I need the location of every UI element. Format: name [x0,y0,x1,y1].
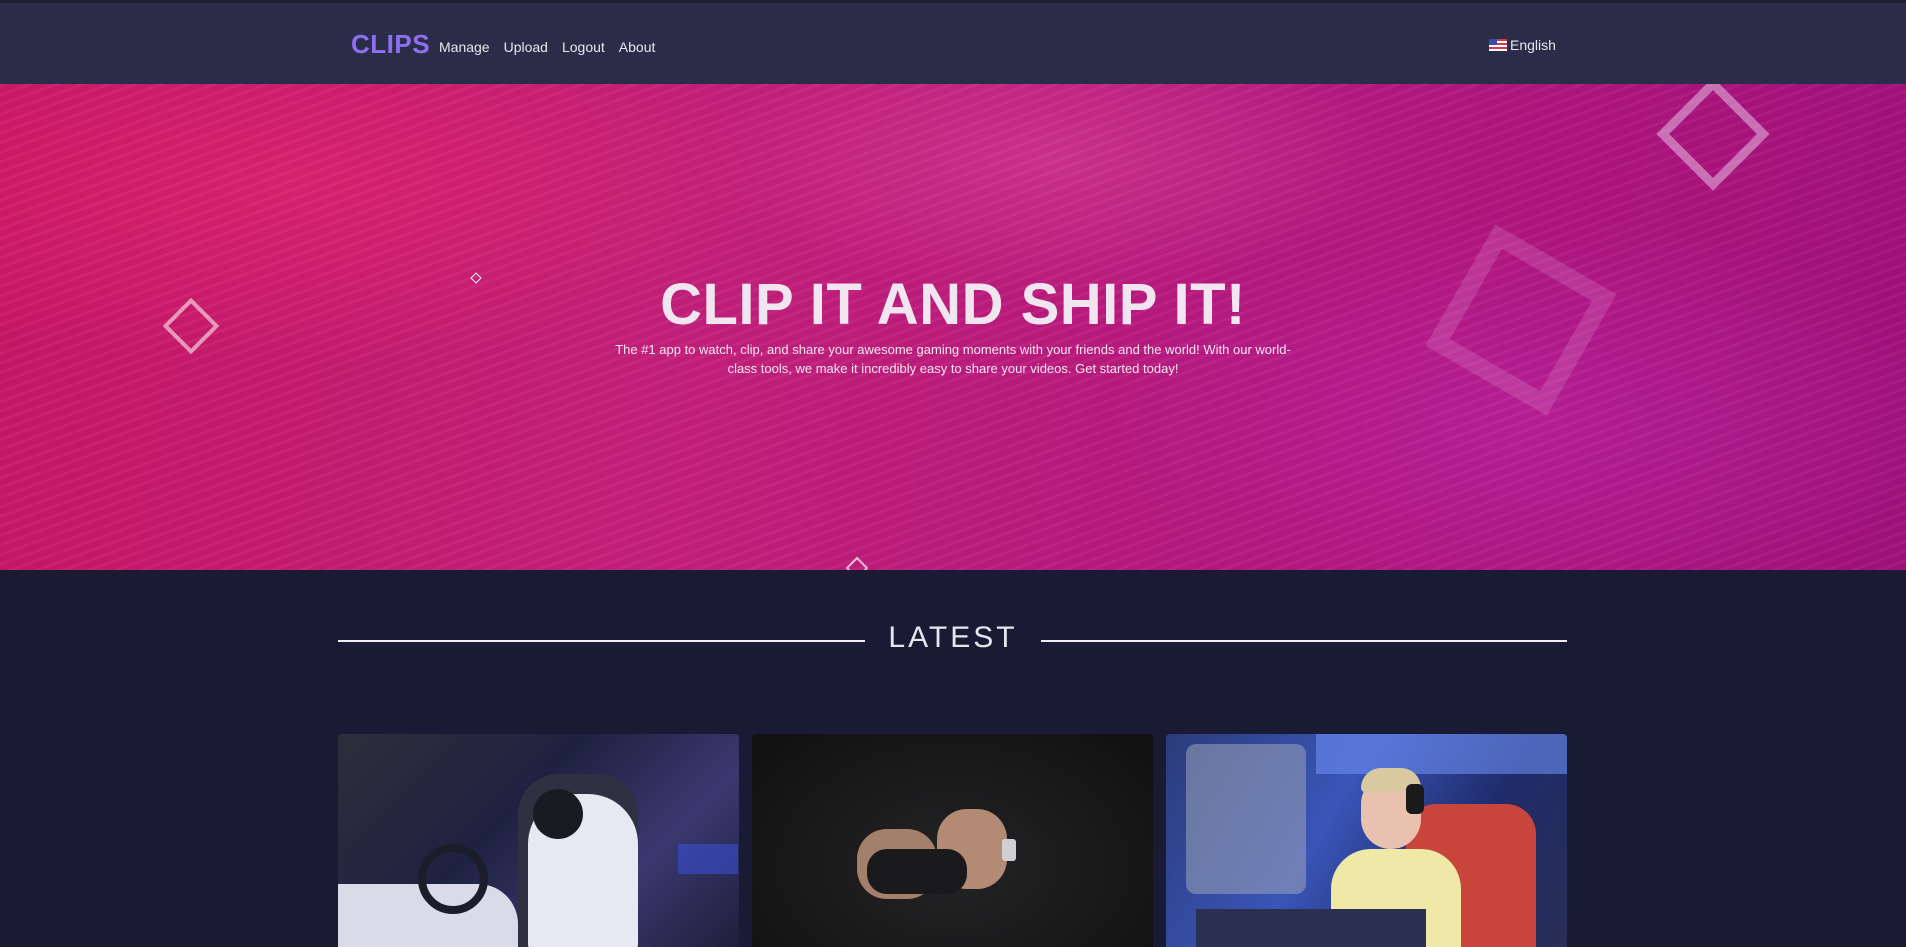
clip-card-thumbnail[interactable] [338,734,739,947]
latest-heading: LATEST [888,621,1018,654]
thumbnail-graphic [1196,909,1426,947]
thumbnail-graphic [533,789,583,839]
thumbnail-graphic [1186,744,1306,894]
clip-card-thumbnail[interactable] [1166,734,1567,947]
hero-banner: CLIP IT AND SHIP IT! The #1 app to watch… [0,84,1906,570]
section-divider-left [338,640,865,642]
thumbnail-graphic [1002,839,1016,861]
nav-link-manage[interactable]: Manage [439,39,490,55]
thumbnail-graphic [1406,784,1424,814]
nav-link-about[interactable]: About [619,39,656,55]
nav-link-logout[interactable]: Logout [562,39,605,55]
language-selector[interactable]: English [1489,37,1556,53]
thumbnail-graphic [678,844,738,874]
nav-link-upload[interactable]: Upload [504,39,548,55]
thumbnail-graphic [867,849,967,894]
section-divider-right [1041,640,1567,642]
brand-logo[interactable]: CLIPS [351,29,430,60]
hero-title: CLIP IT AND SHIP IT! [660,272,1246,337]
thumbnail-graphic [418,844,488,914]
navbar: CLIPS Manage Upload Logout About English [0,3,1906,84]
thumbnail-graphic [1316,734,1567,774]
us-flag-icon [1489,39,1507,51]
clip-card-thumbnail[interactable] [752,734,1153,947]
nav-links: Manage Upload Logout About [439,39,669,55]
hero-description: The #1 app to watch, clip, and share you… [615,342,1291,376]
language-label: English [1510,37,1556,53]
